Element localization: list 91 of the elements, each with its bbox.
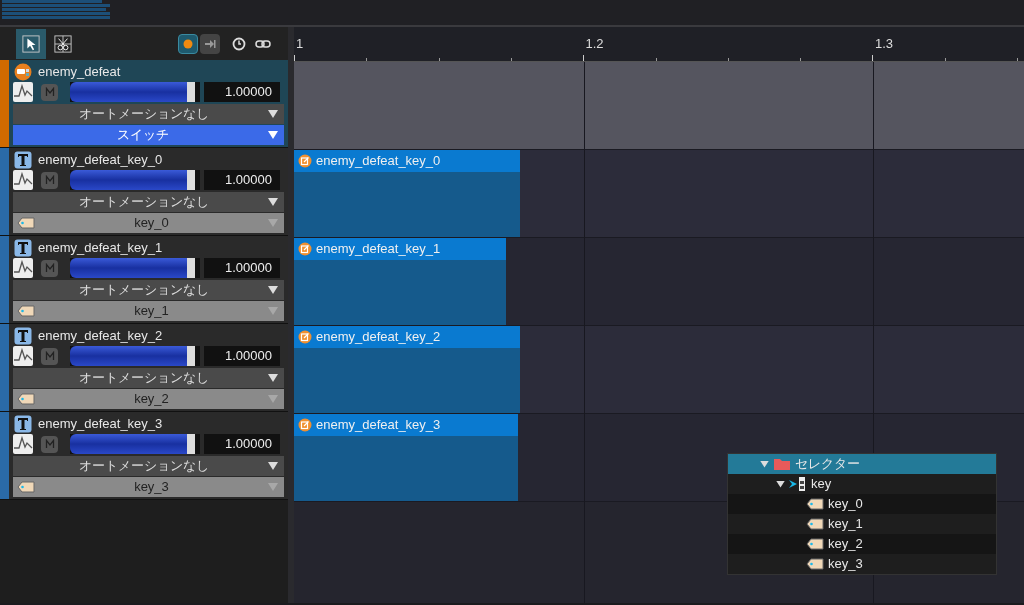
track-header[interactable]: enemy_defeat 1.00000 オートメーションなし スイッチ (0, 60, 288, 148)
volume-slider-fill[interactable] (70, 346, 187, 366)
clip-label: enemy_defeat_key_3 (316, 416, 441, 435)
slider-thumb[interactable] (187, 346, 195, 366)
slider-thumb[interactable] (187, 82, 195, 102)
edit-icon (298, 330, 312, 344)
tag-icon (806, 537, 824, 551)
volume-slider-fill[interactable] (70, 170, 187, 190)
track-name: enemy_defeat_key_0 (38, 150, 163, 169)
curve-icon[interactable] (13, 346, 33, 366)
mute-button[interactable] (41, 347, 58, 365)
mute-button[interactable] (41, 83, 58, 101)
edit-icon (298, 242, 312, 256)
volume-slider-fill[interactable] (70, 82, 187, 102)
value-field[interactable]: 1.00000 (204, 258, 280, 278)
track-header[interactable]: enemy_defeat_key_0 1.00000 オートメーションなし key_0 (0, 148, 288, 236)
automation-dropdown[interactable]: オートメーションなし (13, 368, 284, 388)
slider-thumb[interactable] (187, 170, 195, 190)
m-letter-icon[interactable] (44, 263, 55, 273)
selector-dropdown[interactable]: スイッチ (13, 125, 284, 145)
clip-label: enemy_defeat_key_0 (316, 152, 441, 171)
track-header[interactable]: enemy_defeat_key_3 1.00000 オートメーションなし key_3 (0, 412, 288, 500)
curve-icon[interactable] (13, 258, 33, 278)
value-field[interactable]: 1.00000 (204, 82, 280, 102)
selector-dropdown[interactable]: key_2 (13, 389, 284, 409)
volume-slider-fill[interactable] (70, 434, 187, 454)
automation-dropdown[interactable]: オートメーションなし (13, 456, 284, 476)
edit-icon (298, 418, 312, 432)
tag-icon (806, 517, 824, 531)
ruler-label: 1.2 (585, 35, 604, 53)
m-letter-icon[interactable] (44, 439, 55, 449)
scissors-icon[interactable] (54, 34, 72, 53)
ruler-label: 1 (296, 35, 304, 53)
tree-item[interactable]: key_2 (728, 534, 996, 554)
selector-dropdown[interactable]: key_0 (13, 213, 284, 233)
tag-icon (17, 305, 35, 317)
folder-icon (773, 457, 791, 471)
volume-slider-fill[interactable] (70, 258, 187, 278)
curve-icon[interactable] (13, 82, 33, 102)
track-name: enemy_defeat_key_3 (38, 414, 163, 433)
track-header[interactable]: enemy_defeat_key_2 1.00000 オートメーションなし key_2 (0, 324, 288, 412)
track-header[interactable]: enemy_defeat_key_1 1.00000 オートメーションなし key_1 (0, 236, 288, 324)
edit-icon (298, 154, 312, 168)
value-field[interactable]: 1.00000 (204, 346, 280, 366)
clip-block[interactable]: enemy_defeat_key_2 (294, 326, 520, 413)
track-name: enemy_defeat (38, 62, 121, 81)
select-tool-button[interactable] (16, 28, 46, 59)
mute-button[interactable] (41, 259, 58, 277)
mute-button[interactable] (41, 171, 58, 189)
tag-icon (17, 217, 35, 229)
text-track-icon (13, 414, 32, 433)
tree-item[interactable]: key_1 (728, 514, 996, 534)
tag-icon (806, 557, 824, 571)
m-letter-icon[interactable] (44, 175, 55, 185)
tree-item[interactable]: key (728, 474, 996, 494)
curve-icon[interactable] (13, 170, 33, 190)
automation-dropdown[interactable]: オートメーションなし (13, 104, 284, 124)
slider-thumb[interactable] (187, 434, 195, 454)
record-button[interactable] (178, 33, 198, 54)
clip-label: enemy_defeat_key_1 (316, 240, 441, 259)
record-icon[interactable] (183, 38, 193, 49)
tag-icon (806, 497, 824, 511)
tag-icon (17, 393, 35, 405)
tree-item[interactable]: key_3 (728, 554, 996, 574)
ruler-label: 1.3 (875, 35, 894, 53)
selector-dropdown[interactable]: key_3 (13, 477, 284, 497)
pointer-icon[interactable] (22, 34, 40, 53)
track-name: enemy_defeat_key_2 (38, 326, 163, 345)
switch-track-icon (13, 62, 32, 81)
tree-item[interactable]: セレクター (728, 454, 996, 474)
slider-thumb[interactable] (187, 258, 195, 278)
tree-item[interactable]: key_0 (728, 494, 996, 514)
track-name: enemy_defeat_key_1 (38, 238, 163, 257)
clip-block[interactable]: enemy_defeat_key_0 (294, 150, 520, 237)
curve-icon[interactable] (13, 434, 33, 454)
selector-icon (789, 477, 807, 491)
clip-block[interactable]: enemy_defeat_key_1 (294, 238, 506, 325)
m-letter-icon[interactable] (44, 351, 55, 361)
value-field[interactable]: 1.00000 (204, 170, 280, 190)
text-track-icon (13, 150, 32, 169)
clip-block[interactable]: enemy_defeat_key_3 (294, 414, 518, 501)
automation-dropdown[interactable]: オートメーションなし (13, 192, 284, 212)
selector-dropdown[interactable]: key_1 (13, 301, 284, 321)
clip-label: enemy_defeat_key_2 (316, 328, 441, 347)
automation-dropdown[interactable]: オートメーションなし (13, 280, 284, 300)
value-field[interactable]: 1.00000 (204, 434, 280, 454)
mute-button[interactable] (41, 435, 58, 453)
tag-icon (17, 481, 35, 493)
m-letter-icon[interactable] (44, 87, 55, 97)
text-track-icon (13, 238, 32, 257)
text-track-icon (13, 326, 32, 345)
